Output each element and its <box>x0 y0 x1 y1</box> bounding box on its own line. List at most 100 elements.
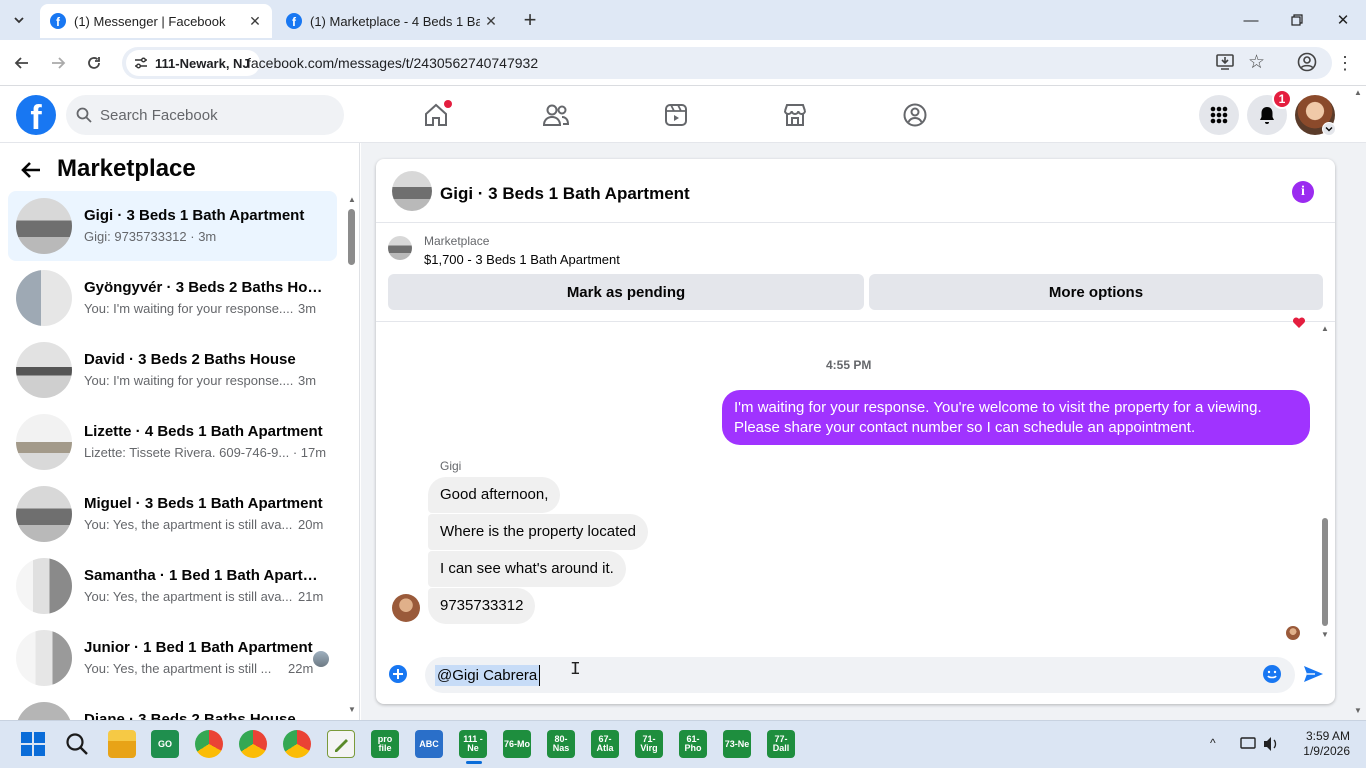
tab-marketplace[interactable]: f (1) Marketplace - 4 Beds 1 Bath ✕ <box>276 4 508 38</box>
listing-thumbnail <box>16 342 72 398</box>
scroll-up-icon[interactable]: ▲ <box>1321 324 1329 333</box>
minimize-button[interactable]: — <box>1228 0 1274 40</box>
facebook-favicon-icon: f <box>50 13 66 29</box>
chevron-up-icon[interactable]: ^ <box>1210 736 1216 750</box>
back-button[interactable] <box>10 51 34 75</box>
scroll-down-icon[interactable]: ▼ <box>348 705 356 714</box>
taskbar-app[interactable]: 77-Dall <box>767 730 795 758</box>
conversation-item[interactable]: Samantha · 1 Bed 1 Bath Apartm... You: Y… <box>8 551 337 621</box>
site-info-chip[interactable]: 111-Newark, NJ <box>126 50 260 76</box>
incoming-message[interactable]: Where is the property located <box>428 514 648 550</box>
tab-messenger[interactable]: f (1) Messenger | Facebook ✕ <box>40 4 272 38</box>
abc-proxy-icon[interactable]: ABC <box>415 730 443 758</box>
conversation-item[interactable]: Diane · 3 Beds 2 Baths House <box>8 695 337 720</box>
conversation-item[interactable]: Miguel · 3 Beds 1 Bath Apartment You: Ye… <box>8 479 337 549</box>
taskbar-app[interactable]: 76-Mo <box>503 730 531 758</box>
add-attachment-button[interactable] <box>388 664 408 684</box>
video-tab[interactable] <box>656 98 696 132</box>
read-receipt-avatar <box>1286 626 1300 640</box>
menu-button[interactable] <box>1199 95 1239 135</box>
tab-search-button[interactable] <box>8 9 30 31</box>
close-window-button[interactable]: ✕ <box>1320 0 1366 40</box>
message-input[interactable] <box>425 657 1295 693</box>
close-tab-icon[interactable]: ✕ <box>480 13 502 30</box>
incoming-message[interactable]: Good afternoon, <box>428 477 561 513</box>
conversation-item[interactable]: Gyöngyvér · 3 Beds 2 Baths House You: I'… <box>8 263 337 333</box>
send-button[interactable] <box>1302 664 1324 684</box>
arrow-right-icon <box>52 57 66 69</box>
chrome-icon[interactable] <box>239 730 267 758</box>
conversation-item[interactable]: Gigi · 3 Beds 1 Bath Apartment Gigi: 973… <box>8 191 337 261</box>
friends-tab[interactable] <box>536 98 576 132</box>
tune-icon <box>135 57 147 69</box>
listing-thumbnail <box>16 198 72 254</box>
url-text[interactable]: facebook.com/messages/t/2430562740747932 <box>247 55 538 71</box>
notepad-icon[interactable] <box>327 730 355 758</box>
info-icon[interactable]: i <box>1292 181 1314 203</box>
incoming-message[interactable]: I can see what's around it. <box>428 551 626 587</box>
panel-title: Marketplace <box>57 155 196 182</box>
sender-name: Gigi <box>440 459 462 473</box>
taskbar-app-active[interactable]: 111 -Ne <box>459 730 487 758</box>
sender-avatar[interactable] <box>392 594 420 622</box>
profile-icon[interactable] <box>1297 52 1319 74</box>
install-app-icon[interactable] <box>1215 53 1237 73</box>
plus-circle-icon <box>389 665 407 683</box>
taskbar-app[interactable]: 80-Nas <box>547 730 575 758</box>
reload-button[interactable] <box>82 51 106 75</box>
emoji-button[interactable] <box>1262 664 1282 684</box>
outgoing-message[interactable]: I'm waiting for your response. You're we… <box>722 390 1310 445</box>
scrollbar-thumb[interactable] <box>1322 518 1328 626</box>
chat-avatar[interactable] <box>392 171 432 211</box>
gaming-tab[interactable] <box>895 98 935 132</box>
taskbar-app[interactable]: 67-Atla <box>591 730 619 758</box>
listing-thumbnail <box>16 702 72 720</box>
taskbar-app[interactable]: 73-Ne <box>723 730 751 758</box>
scroll-down-icon[interactable]: ▼ <box>1321 630 1329 639</box>
taskbar-app-profile[interactable]: pro file <box>371 730 399 758</box>
chrome-icon[interactable] <box>283 730 311 758</box>
text-cursor-icon: I <box>570 660 581 680</box>
taskbar-app[interactable]: 61-Pho <box>679 730 707 758</box>
chat-scrollbar[interactable]: ▲ ▼ <box>1319 322 1331 642</box>
incoming-message[interactable]: 9735733312 <box>428 588 536 624</box>
account-chevron-icon[interactable] <box>1322 122 1336 136</box>
chat-title[interactable]: Gigi · 3 Beds 1 Bath Apartment <box>440 184 690 204</box>
listing-thumbnail <box>388 236 412 260</box>
chrome-icon[interactable] <box>195 730 223 758</box>
start-button[interactable] <box>21 732 45 756</box>
file-explorer-icon[interactable] <box>108 730 136 758</box>
app-icon[interactable]: GO <box>151 730 179 758</box>
conversation-item[interactable]: Lizette · 4 Beds 1 Bath Apartment Lizett… <box>8 407 337 477</box>
taskbar-app[interactable]: 71-Virg <box>635 730 663 758</box>
forward-button[interactable] <box>46 51 70 75</box>
new-tab-button[interactable]: + <box>518 7 542 32</box>
message-input-text[interactable]: @Gigi Cabrera <box>435 665 541 686</box>
marketplace-icon <box>784 104 806 126</box>
smiley-icon <box>1263 665 1281 683</box>
facebook-favicon-icon: f <box>286 13 302 29</box>
restore-button[interactable] <box>1274 0 1320 40</box>
browser-menu-icon[interactable]: ⋮ <box>1336 52 1354 74</box>
system-tray-icons[interactable] <box>1240 735 1280 753</box>
scroll-up-icon[interactable]: ▲ <box>1354 88 1362 97</box>
marketplace-tab[interactable] <box>775 98 815 132</box>
bookmark-star-icon[interactable]: ☆ <box>1248 53 1270 73</box>
chevron-down-icon <box>14 17 24 24</box>
page-scrollbar[interactable]: ▲ ▼ <box>1352 88 1364 720</box>
facebook-logo[interactable]: f <box>16 95 56 135</box>
scroll-down-icon[interactable]: ▼ <box>1354 706 1362 715</box>
conversation-item[interactable]: Junior · 1 Bed 1 Bath Apartment You: Yes… <box>8 623 337 693</box>
conversation-scrollbar[interactable]: ▲ ▼ <box>345 193 357 715</box>
clock[interactable]: 3:59 AM 1/9/2026 <box>1296 729 1350 759</box>
more-options-button[interactable]: More options <box>869 274 1323 310</box>
mark-as-pending-button[interactable]: Mark as pending <box>388 274 864 310</box>
search-button[interactable] <box>65 732 89 756</box>
listing-detail[interactable]: $1,700 - 3 Beds 1 Bath Apartment <box>424 252 620 267</box>
search-facebook-input[interactable]: Search Facebook <box>66 95 344 135</box>
close-tab-icon[interactable]: ✕ <box>244 13 266 30</box>
scroll-up-icon[interactable]: ▲ <box>348 195 356 204</box>
back-arrow-button[interactable] <box>20 159 44 183</box>
conversation-item[interactable]: David · 3 Beds 2 Baths House You: I'm wa… <box>8 335 337 405</box>
scrollbar-thumb[interactable] <box>348 209 355 265</box>
